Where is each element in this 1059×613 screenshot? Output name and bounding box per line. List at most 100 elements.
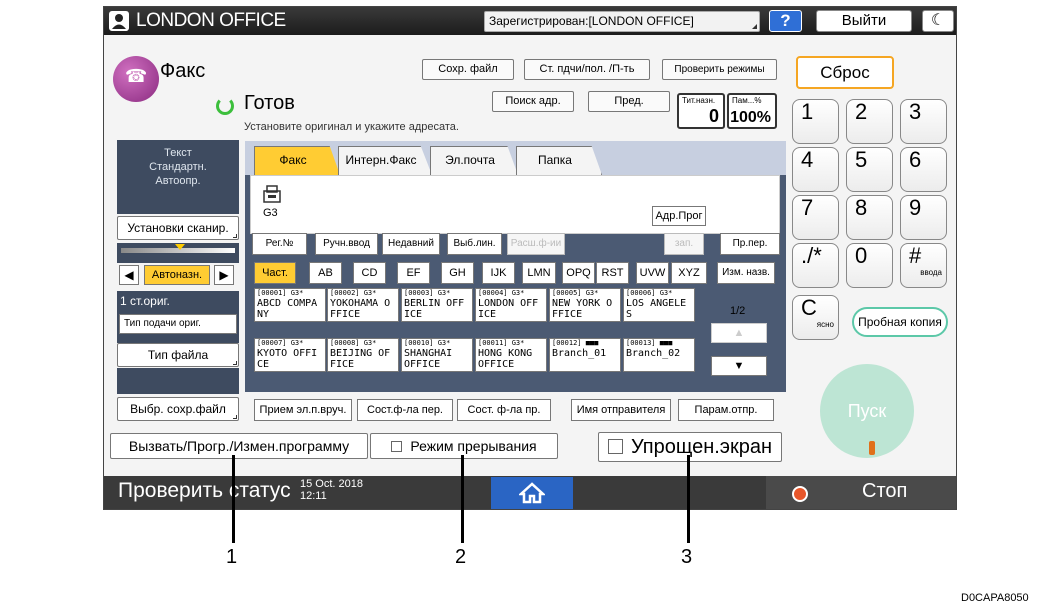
destination-name: FICE [330, 359, 355, 370]
index-frequent[interactable]: Част. [254, 262, 296, 284]
key-7[interactable]: 7 [792, 195, 839, 240]
scan-settings-button[interactable]: Установки сканир. [117, 216, 239, 240]
forward-button[interactable]: Пр.пер. [720, 233, 780, 255]
destination-cell[interactable]: [00012] ■■■ Branch_01 [549, 338, 621, 372]
index-opq[interactable]: OPQ [562, 262, 595, 284]
destination-cell[interactable]: [00006] G3* LOS ANGELE S [623, 288, 695, 322]
key-dot-star[interactable]: ./* [792, 243, 839, 288]
index-ef[interactable]: EF [397, 262, 430, 284]
clear-key-label: C [801, 295, 817, 320]
address-program-button[interactable]: Адр.Прог [652, 206, 706, 226]
recent-button[interactable]: Недавний [382, 233, 440, 255]
preview-button[interactable]: Пред. [588, 91, 670, 112]
tab-folder[interactable]: Папка [516, 146, 602, 175]
index-uvw[interactable]: UVW [636, 262, 669, 284]
destination-cell[interactable]: [00003] G3* BERLIN OFF ICE [401, 288, 473, 322]
density-slider[interactable] [117, 243, 239, 263]
destination-name: FFICE [330, 309, 361, 320]
time: 12:11 [300, 490, 327, 502]
destination-cell[interactable]: [00008] G3* BEIJING OF FICE [327, 338, 399, 372]
destination-cell[interactable]: [00004] G3* LONDON OFF ICE [475, 288, 547, 322]
tab-internet-fax[interactable]: Интерн.Факс [338, 146, 432, 175]
stop-icon [792, 486, 808, 502]
auto-density-button[interactable]: Автоназн. [144, 265, 210, 285]
destination-name: BERLIN OFF [404, 298, 465, 309]
key-8[interactable]: 8 [846, 195, 893, 240]
key-0[interactable]: 0 [846, 243, 893, 288]
start-button[interactable]: Пуск [820, 364, 914, 458]
stop-label: Стоп [862, 480, 908, 502]
registered-user-field[interactable]: Зарегистрирован:[LONDON OFFICE] [484, 11, 760, 32]
destination-name: Branch_01 [552, 348, 607, 359]
check-status-button[interactable]: Проверить статус [118, 479, 291, 503]
address-search-button[interactable]: Поиск адр. [492, 91, 574, 112]
check-modes-button[interactable]: Проверить режимы [662, 59, 777, 80]
corner-icon [233, 234, 237, 238]
tab-email[interactable]: Эл.почта [430, 146, 518, 175]
manual-entry-button[interactable]: Ручн.ввод [315, 233, 378, 255]
user-icon[interactable] [109, 11, 129, 31]
reg-number-button[interactable]: Рег.№ [252, 233, 307, 255]
index-cd[interactable]: CD [353, 262, 386, 284]
feed-side-button[interactable]: Ст. пдчи/пол. /П-ть [524, 59, 650, 80]
page-down-button[interactable]: ▼ [711, 356, 767, 376]
index-ijk[interactable]: IJK [482, 262, 515, 284]
memory-counter-label: Пам...% [732, 96, 762, 105]
destination-id: [00003] G3* [404, 289, 451, 297]
clear-key[interactable]: C ясно [792, 295, 839, 340]
original-count: 1 ст.ориг. [120, 294, 170, 308]
destination-id: [00002] G3* [330, 289, 377, 297]
key-3[interactable]: 3 [900, 99, 947, 144]
density-darker-button[interactable]: ▶ [214, 265, 234, 285]
edit-index-name-button[interactable]: Изм. назв. [717, 262, 775, 284]
key-1[interactable]: 1 [792, 99, 839, 144]
destination-cell[interactable]: [00011] G3* HONG KONG OFFICE [475, 338, 547, 372]
key-2[interactable]: 2 [846, 99, 893, 144]
destination-cell[interactable]: [00002] G3* YOKOHAMA O FFICE [327, 288, 399, 322]
misc-button[interactable]: зап. [664, 233, 704, 255]
program-button[interactable]: Вызвать/Прогр./Измен.программу [110, 433, 368, 459]
simplified-screen-button[interactable]: Упрощен.экран [598, 432, 782, 462]
key-5[interactable]: 5 [846, 147, 893, 192]
index-rst[interactable]: RST [596, 262, 629, 284]
interrupt-mode-button[interactable]: Режим прерывания [370, 433, 558, 459]
destination-cell[interactable]: [00005] G3* NEW YORK O FFICE [549, 288, 621, 322]
stored-receive-file-button[interactable]: Сост. ф-ла пр. [457, 399, 551, 421]
index-gh[interactable]: GH [441, 262, 474, 284]
density-lighter-button[interactable]: ◀ [119, 265, 139, 285]
key-4[interactable]: 4 [792, 147, 839, 192]
fax-machine-icon [262, 185, 282, 208]
page-up-button[interactable]: ▲ [711, 323, 767, 343]
select-line-button[interactable]: Выб.лин. [447, 233, 502, 255]
destination-cell[interactable]: [00010] G3* SHANGHAI OFFICE [401, 338, 473, 372]
destination-cell[interactable]: [00001] G3* ABCD COMPA NY [254, 288, 326, 322]
scan-summary-line: Автоопр. [155, 175, 201, 187]
key-9[interactable]: 9 [900, 195, 947, 240]
reset-button[interactable]: Сброс [796, 56, 894, 89]
key-hash[interactable]: # ввода [900, 243, 947, 288]
stored-send-file-button[interactable]: Сост.ф-ла пер. [357, 399, 453, 421]
select-stored-file-button[interactable]: Выбр. сохр.файл [117, 397, 239, 421]
tab-fax[interactable]: Факс [254, 146, 340, 175]
index-lmn[interactable]: LMN [522, 262, 556, 284]
sender-name-button[interactable]: Имя отправителя [571, 399, 671, 421]
sample-copy-button[interactable]: Пробная копия [852, 307, 948, 337]
help-button[interactable]: ? [769, 10, 802, 32]
key-6[interactable]: 6 [900, 147, 947, 192]
home-button[interactable] [491, 477, 573, 509]
index-xyz[interactable]: XYZ [671, 262, 707, 284]
manual-email-receive-button[interactable]: Прием эл.п.вруч. [254, 399, 352, 421]
destination-name: BEIJING OF [330, 348, 391, 359]
destination-cell[interactable]: [00007] G3* KYOTO OFFI CE [254, 338, 326, 372]
original-feed-type-button[interactable]: Тип подачи ориг. [119, 314, 237, 334]
destination-cell[interactable]: [00013] ■■■ Branch_02 [623, 338, 695, 372]
save-file-button[interactable]: Сохр. файл [422, 59, 514, 80]
logout-button[interactable]: Выйти [816, 10, 912, 32]
extended-functions-button[interactable]: Расш.ф-ии [507, 233, 565, 255]
file-type-button[interactable]: Тип файла [117, 343, 239, 367]
send-params-button[interactable]: Парам.отпр. [678, 399, 774, 421]
start-indicator-icon [869, 441, 875, 455]
energy-saver-button[interactable]: ☾ [922, 10, 954, 32]
date-time: 15 Oct. 2018 12:11 [300, 478, 363, 502]
index-ab[interactable]: AB [309, 262, 342, 284]
